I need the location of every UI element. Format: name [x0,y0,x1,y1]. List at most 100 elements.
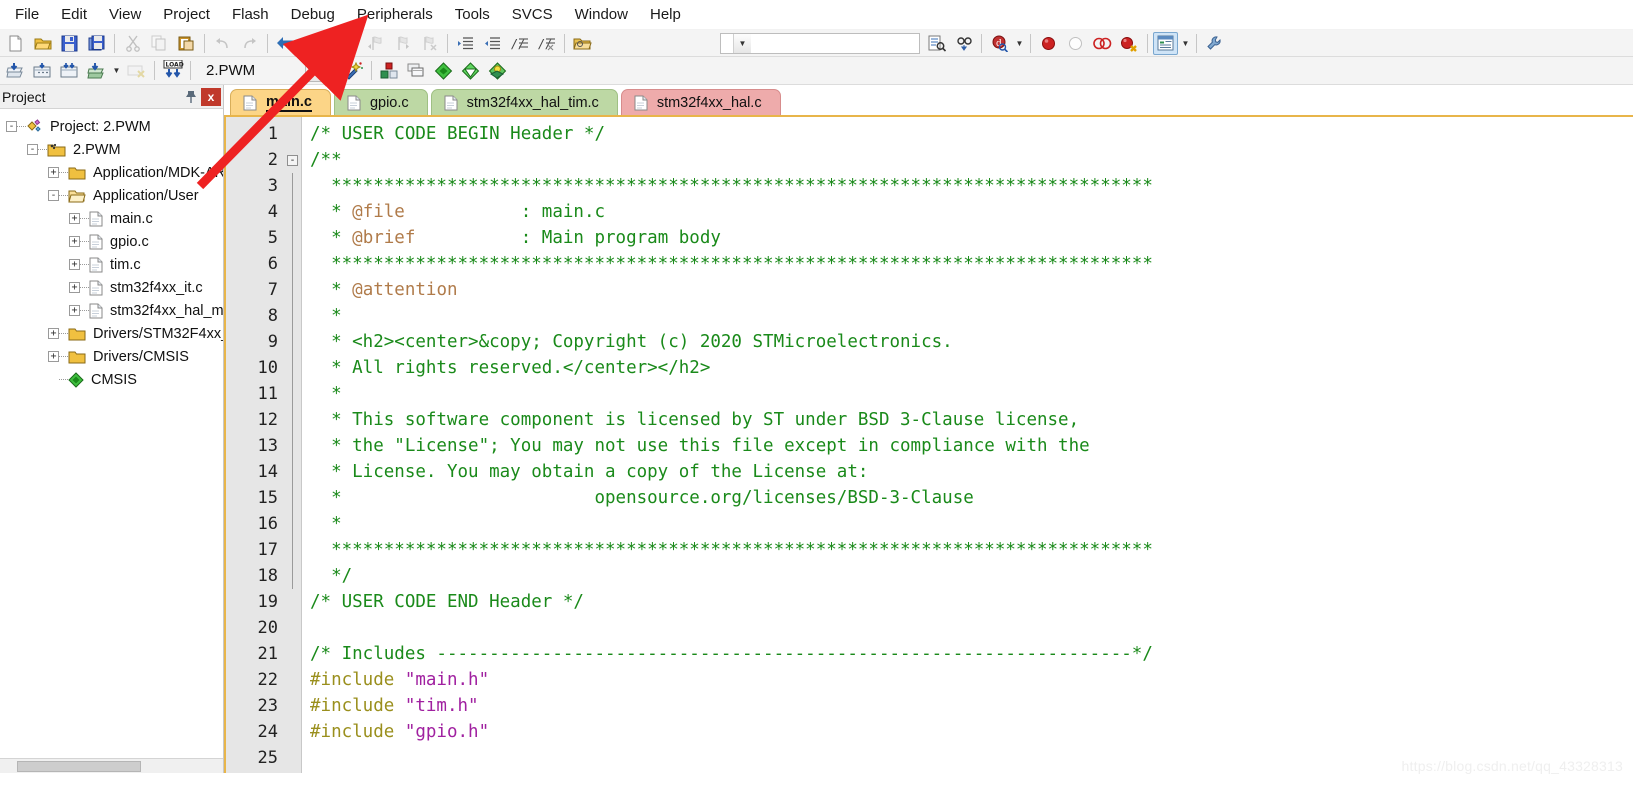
manage-runtime-env-icon[interactable] [458,59,483,82]
code-line[interactable]: * @attention [310,277,1633,303]
code-line[interactable]: ****************************************… [310,251,1633,277]
manage-multi-project-icon[interactable] [404,59,429,82]
menu-view[interactable]: View [98,2,152,28]
disable-breakpoint-icon[interactable] [1063,32,1088,55]
scrollbar-thumb[interactable] [17,760,141,772]
open-file-icon[interactable] [30,32,55,55]
pack-installer-icon[interactable] [431,59,456,82]
expand-toggle-icon[interactable]: + [69,282,80,293]
pack-manager-icon[interactable] [485,59,510,82]
tree-item[interactable]: - Project: 2.PWM [0,115,223,138]
target-selector[interactable]: 2.PWM ▼ [198,59,336,82]
editor-viewport[interactable]: 1 2 3 4 5 6 7 8 9 10 11 12 13 14 15 16 17 18 19 20 21 22 23 24 2… [224,115,1633,773]
code-line[interactable]: #include "gpio.h" [310,719,1633,745]
find-in-files-icon[interactable] [924,32,949,55]
download-icon[interactable]: LOAD [160,59,185,82]
new-file-icon[interactable] [3,32,28,55]
code-line[interactable]: #include "tim.h" [310,693,1633,719]
editor-tab[interactable]: gpio.c [333,89,428,115]
batch-build-icon[interactable] [84,59,109,82]
undo-icon[interactable] [210,32,235,55]
editor-tab[interactable]: main.c [230,89,331,115]
configuration-window-dropdown-arrow[interactable]: ▼ [1179,32,1192,55]
open-folder-icon[interactable] [570,32,595,55]
uncomment-icon[interactable]: // [534,32,559,55]
outdent-icon[interactable] [480,32,505,55]
expand-toggle-icon[interactable]: + [69,236,80,247]
fold-collapse-icon[interactable]: - [287,154,298,166]
tree-item[interactable]: + Application/MDK-AR [0,161,223,184]
configuration-wizard-icon[interactable] [341,59,366,82]
tree-item[interactable]: - 2.PWM [0,138,223,161]
bookmark-next-icon[interactable] [390,32,415,55]
navigate-forward-icon[interactable] [300,32,325,55]
menu-flash[interactable]: Flash [221,2,280,28]
code-line[interactable]: /* USER CODE END Header */ [310,589,1633,615]
build-target-icon[interactable] [30,59,55,82]
menu-tools[interactable]: Tools [444,2,501,28]
code-line[interactable]: * opensource.org/licenses/BSD-3-Clause [310,485,1633,511]
code-line[interactable]: * License. You may obtain a copy of the … [310,459,1633,485]
menu-svcs[interactable]: SVCS [501,2,564,28]
code-folding-column[interactable]: - [284,117,302,773]
code-line[interactable]: */ [310,563,1633,589]
rebuild-all-icon[interactable] [57,59,82,82]
bookmark-prev-icon[interactable] [363,32,388,55]
tree-item[interactable]: + tim.c [0,253,223,276]
code-line[interactable]: * <h2><center>&copy; Copyright (c) 2020 … [310,329,1633,355]
code-line[interactable]: * @file : main.c [310,199,1633,225]
project-panel-hscrollbar[interactable] [0,758,223,773]
search-box[interactable]: ▼ [720,32,920,54]
collapse-toggle-icon[interactable]: - [6,121,17,132]
menu-peripherals[interactable]: Peripherals [346,2,444,28]
editor-tab[interactable]: stm32f4xx_hal_tim.c [430,89,618,115]
stop-build-icon[interactable] [124,59,149,82]
target-selector-arrow[interactable]: ▼ [305,59,331,82]
paste-icon[interactable] [174,32,199,55]
menu-debug[interactable]: Debug [280,2,346,28]
indent-icon[interactable] [453,32,478,55]
collapse-toggle-icon[interactable]: - [48,190,59,201]
code-line[interactable]: ****************************************… [310,537,1633,563]
code-line[interactable]: /** [310,147,1633,173]
menu-help[interactable]: Help [639,2,692,28]
manage-project-items-icon[interactable] [377,59,402,82]
expand-toggle-icon[interactable]: + [69,305,80,316]
collapse-toggle-icon[interactable]: - [27,144,38,155]
browse-symbol-dropdown-arrow[interactable]: ▼ [1013,32,1026,55]
tree-item[interactable]: + Drivers/STM32F4xx_I [0,322,223,345]
menu-project[interactable]: Project [152,2,221,28]
code-line[interactable]: #include "main.h" [310,667,1633,693]
tree-item[interactable]: CMSIS [0,368,223,391]
expand-toggle-icon[interactable]: + [48,328,59,339]
save-icon[interactable] [57,32,82,55]
batch-build-dropdown-arrow[interactable]: ▼ [110,59,123,82]
fold-cell[interactable]: - [284,147,301,173]
tree-item[interactable]: - Application/User [0,184,223,207]
code-line[interactable]: * the "License"; You may not use this fi… [310,433,1633,459]
translate-file-icon[interactable] [3,59,28,82]
editor-tab[interactable]: stm32f4xx_hal.c [620,89,781,115]
menu-window[interactable]: Window [564,2,639,28]
code-line[interactable]: /* USER CODE BEGIN Header */ [310,121,1633,147]
code-line[interactable]: * @brief : Main program body [310,225,1633,251]
bookmark-toggle-icon[interactable] [336,32,361,55]
expand-toggle-icon[interactable]: + [69,213,80,224]
close-icon[interactable]: x [201,87,221,106]
redo-icon[interactable] [237,32,262,55]
menu-edit[interactable]: Edit [50,2,98,28]
expand-toggle-icon[interactable]: + [48,167,59,178]
comment-icon[interactable]: // [507,32,532,55]
goto-definition-icon[interactable] [951,32,976,55]
remove-all-breakpoints-icon[interactable] [1090,32,1115,55]
tree-item[interactable]: + gpio.c [0,230,223,253]
tree-item[interactable]: + stm32f4xx_hal_m [0,299,223,322]
copy-icon[interactable] [147,32,172,55]
navigate-back-icon[interactable] [273,32,298,55]
code-line[interactable]: /* Includes ----------------------------… [310,641,1633,667]
code-text[interactable]: /* USER CODE BEGIN Header *//** ********… [302,117,1633,773]
tree-item[interactable]: + main.c [0,207,223,230]
insert-breakpoint-icon[interactable] [1036,32,1061,55]
expand-toggle-icon[interactable]: + [69,259,80,270]
tree-item[interactable]: + Drivers/CMSIS [0,345,223,368]
